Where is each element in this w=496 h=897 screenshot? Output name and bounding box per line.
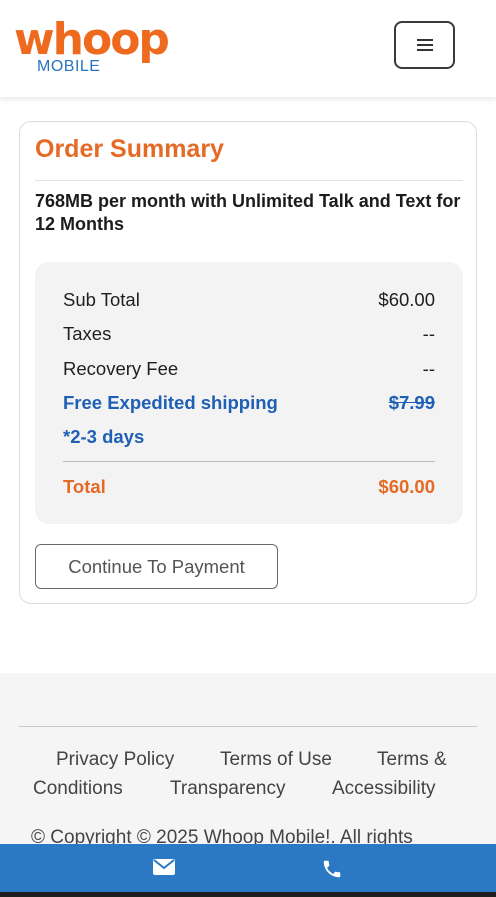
logo-subtitle: MOBILE: [37, 58, 101, 75]
site-header: whoop MOBILE: [0, 0, 496, 97]
whoop-mobile-logo[interactable]: whoop MOBILE: [14, 18, 170, 78]
bottom-strip: [0, 892, 496, 897]
logo-wordmark: whoop: [14, 14, 170, 65]
transparency-link[interactable]: Transparency: [170, 778, 285, 800]
phone-icon[interactable]: [321, 858, 345, 878]
taxes-label: Taxes: [63, 323, 112, 344]
terms-conditions-link[interactable]: Terms &: [377, 749, 447, 771]
order-summary-card: Order Summary 768MB per month with Unlim…: [19, 121, 477, 604]
subtotal-value: $60.00: [378, 289, 435, 310]
price-breakdown: Sub Total $60.00 Taxes -- Recovery Fee -…: [35, 262, 463, 524]
envelope-icon[interactable]: [153, 858, 177, 878]
recovery-fee-value: --: [422, 358, 435, 379]
order-summary-title: Order Summary: [35, 135, 224, 163]
shipping-time: *2-3 days: [63, 426, 145, 447]
shipping-original-price: $7.99: [388, 392, 435, 413]
recovery-fee-label: Recovery Fee: [63, 358, 179, 379]
taxes-value: --: [422, 323, 435, 344]
menu-button[interactable]: [394, 21, 455, 69]
privacy-policy-link[interactable]: Privacy Policy: [56, 749, 174, 771]
shipping-label: Free Expedited shipping: [63, 392, 278, 413]
continue-to-payment-button[interactable]: Continue To Payment: [35, 544, 278, 589]
total-value: $60.00: [378, 476, 435, 497]
divider: [35, 180, 463, 181]
plan-description: 768MB per month with Unlimited Talk and …: [35, 191, 461, 234]
total-label: Total: [63, 476, 106, 497]
subtotal-label: Sub Total: [63, 289, 140, 310]
footer-divider: [19, 726, 477, 727]
accessibility-link[interactable]: Accessibility: [332, 778, 435, 800]
terms-conditions-link-cont[interactable]: Conditions: [33, 778, 123, 800]
total-divider: [63, 461, 435, 462]
terms-of-use-link[interactable]: Terms of Use: [220, 749, 332, 771]
hamburger-icon: [416, 39, 433, 51]
contact-bar: [0, 844, 496, 892]
